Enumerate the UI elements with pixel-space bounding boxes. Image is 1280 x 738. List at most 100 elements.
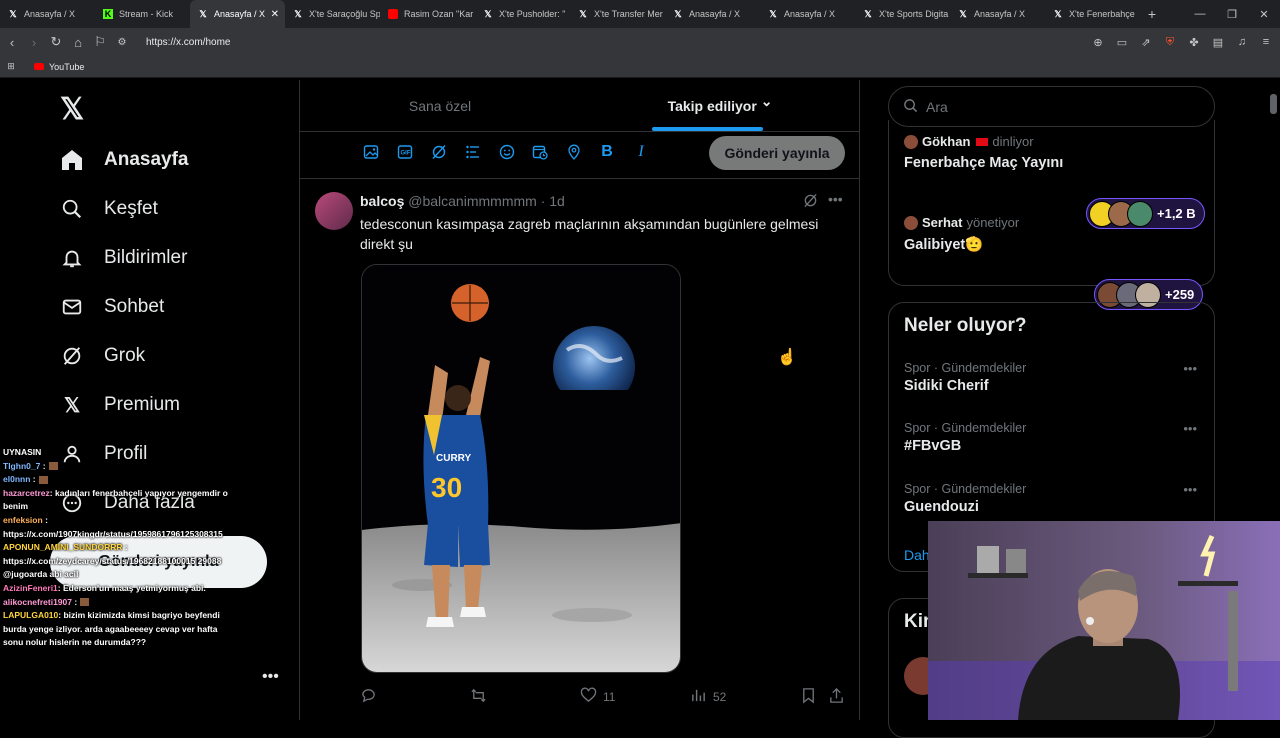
forward-icon[interactable]: ›	[24, 35, 44, 50]
more-options-icon[interactable]: •••	[1183, 421, 1197, 436]
retweet-button[interactable]	[470, 687, 493, 707]
italic-icon[interactable]: I	[631, 142, 651, 162]
menu-icon[interactable]: ≡	[1258, 36, 1274, 48]
chat-message: UYNASIN	[3, 447, 42, 457]
bookmark-icon[interactable]: ⚐	[90, 34, 110, 50]
grok-icon[interactable]	[429, 142, 449, 162]
chevron-down-icon[interactable]: ⌄	[761, 93, 773, 110]
avatar[interactable]	[315, 192, 353, 230]
stream-chat-overlay: UYNASIN Tlghn0_7 : el0nnn : hazarcetrez:…	[0, 446, 228, 650]
views-icon	[690, 687, 707, 707]
close-tab-icon[interactable]: ✕	[271, 9, 279, 20]
browser-tab[interactable]: 𝕏 X'te Fenerbahçe	[1045, 0, 1140, 28]
minimize-icon[interactable]: —	[1184, 8, 1216, 20]
nav-item-explore[interactable]: Keşfet	[60, 197, 158, 221]
poll-icon[interactable]	[463, 142, 483, 162]
turkey-flag-icon	[976, 137, 989, 146]
more-options-icon[interactable]: •••	[1183, 361, 1197, 376]
mail-icon	[60, 295, 84, 319]
tweet-time[interactable]: 1d	[549, 193, 565, 209]
url-field[interactable]: https://x.com/home	[146, 37, 230, 48]
x-logo-icon: 𝕏	[484, 8, 492, 19]
nav-item-grok[interactable]: Grok	[60, 344, 145, 368]
share-icon[interactable]: ⇗	[1138, 36, 1154, 49]
extensions-icon[interactable]: ✤	[1186, 36, 1202, 49]
browser-tab[interactable]: K Stream - Kick	[95, 0, 190, 28]
tweet[interactable]: balcoş @balcanimmmmmm · 1d ••• tedesconu…	[300, 180, 860, 720]
browser-tab-active[interactable]: 𝕏 Anasayfa / X ✕	[190, 0, 285, 28]
tab-following[interactable]: Takip ediliyor ⌄	[580, 80, 860, 131]
jersey-number: 30	[431, 472, 462, 503]
more-options-icon[interactable]: •••	[828, 191, 843, 207]
emoji-icon[interactable]	[497, 142, 517, 162]
space-title: Galibiyet🫡	[904, 237, 984, 253]
browser-tab[interactable]: 𝕏 X'te Sports Digita	[855, 0, 950, 28]
bookmark-button[interactable]	[800, 687, 817, 707]
brave-shield-icon[interactable]: ⛨	[1162, 36, 1178, 49]
trend-item[interactable]: Spor · Gündemdekiler Sidiki Cherif •••	[904, 361, 1204, 394]
reload-icon[interactable]: ↻	[46, 34, 66, 50]
views-button[interactable]: 52	[690, 687, 726, 707]
account-more-icon[interactable]: •••	[262, 668, 279, 686]
schedule-icon[interactable]	[530, 142, 550, 162]
author-name[interactable]: balcoş	[360, 193, 404, 209]
trend-item[interactable]: Spor · Gündemdekiler #FBvGB •••	[904, 421, 1204, 454]
browser-tab[interactable]: 𝕏 Anasayfa / X	[665, 0, 760, 28]
site-info-icon[interactable]: ⚙	[112, 37, 132, 48]
home-browser-icon[interactable]: ⌂	[68, 35, 88, 50]
browser-tab[interactable]: 𝕏 X'te Transfer Mer	[570, 0, 665, 28]
browser-tab[interactable]: 𝕏 Anasayfa / X	[950, 0, 1045, 28]
nav-item-notifications[interactable]: Bildirimler	[60, 246, 187, 270]
like-button[interactable]: 11	[580, 687, 615, 707]
avatar	[904, 134, 918, 149]
bookmark-youtube[interactable]: YouTube	[34, 62, 84, 72]
space-item[interactable]: Serhat yönetiyor Galibiyet🫡	[904, 215, 1019, 253]
browser-tab[interactable]: 𝕏 Anasayfa / X	[0, 0, 95, 28]
search-placeholder: Ara	[926, 98, 948, 115]
chat-message: el0nnn :	[0, 473, 228, 487]
tweet-media[interactable]: CURRY 30	[361, 264, 681, 673]
browser-tab[interactable]: 𝕏 X'te Pusholder: "	[475, 0, 570, 28]
browser-tab[interactable]: 𝕏 Anasayfa / X	[760, 0, 855, 28]
gif-icon[interactable]: GIF	[395, 142, 415, 162]
zoom-icon[interactable]: ⊕	[1090, 36, 1106, 49]
more-options-icon[interactable]: •••	[1183, 482, 1197, 497]
nav-item-premium[interactable]: 𝕏 Premium	[60, 393, 180, 417]
emote-icon	[80, 598, 90, 607]
apps-grid-icon[interactable]: ⊞	[0, 61, 22, 72]
nav-item-chat[interactable]: Sohbet	[60, 295, 164, 319]
sidebar-toggle-icon[interactable]: ▤	[1210, 36, 1226, 49]
compose-post-button[interactable]: Gönderi yayınla	[709, 136, 845, 170]
timeline-tabs: Sana özel Takip ediliyor ⌄	[300, 80, 860, 132]
avatar	[1127, 200, 1153, 227]
bell-icon	[60, 246, 84, 270]
restore-icon[interactable]: ❐	[1216, 8, 1248, 21]
webcam-image	[928, 521, 1280, 720]
x-logo-icon: 𝕏	[63, 394, 81, 417]
image-icon[interactable]	[361, 142, 381, 162]
location-icon[interactable]	[564, 142, 584, 162]
x-logo-icon: 𝕏	[579, 8, 587, 19]
new-tab-icon[interactable]: +	[1140, 6, 1164, 22]
browser-tab[interactable]: Rasim Ozan "Kar	[380, 0, 475, 28]
browser-tab-strip: 𝕏 Anasayfa / X K Stream - Kick 𝕏 Anasayfa /…	[0, 0, 1280, 28]
space-listeners-pill[interactable]: +1,2 B	[1086, 198, 1205, 229]
reply-button[interactable]	[360, 687, 383, 707]
bold-icon[interactable]: B	[597, 142, 617, 162]
chat-message: APONUN_AMİNI_SUNDORRR : https://x.com/ze…	[3, 542, 222, 580]
media-icon[interactable]: ♫	[1234, 36, 1250, 48]
browser-tab[interactable]: 𝕏 X'te Saraçoğlu Sp	[285, 0, 380, 28]
grok-icon[interactable]	[803, 193, 818, 211]
nav-item-home[interactable]: Anasayfa	[60, 148, 189, 172]
cast-icon[interactable]: ▭	[1114, 36, 1130, 49]
close-window-icon[interactable]: ✕	[1248, 8, 1280, 21]
share-button[interactable]	[828, 687, 845, 707]
author-handle[interactable]: @balcanimmmmmm	[408, 193, 537, 209]
x-logo-icon[interactable]: 𝕏	[60, 92, 84, 127]
page-scrollbar[interactable]	[1270, 94, 1277, 114]
trend-item[interactable]: Spor · Gündemdekiler Guendouzi •••	[904, 482, 1204, 515]
chat-username: Tlghn0_7	[3, 460, 41, 471]
tab-for-you[interactable]: Sana özel	[300, 80, 580, 131]
space-item[interactable]: Gökhan dinliyor Fenerbahçe Maç Yayını	[904, 134, 1063, 171]
back-icon[interactable]: ‹	[2, 35, 22, 50]
